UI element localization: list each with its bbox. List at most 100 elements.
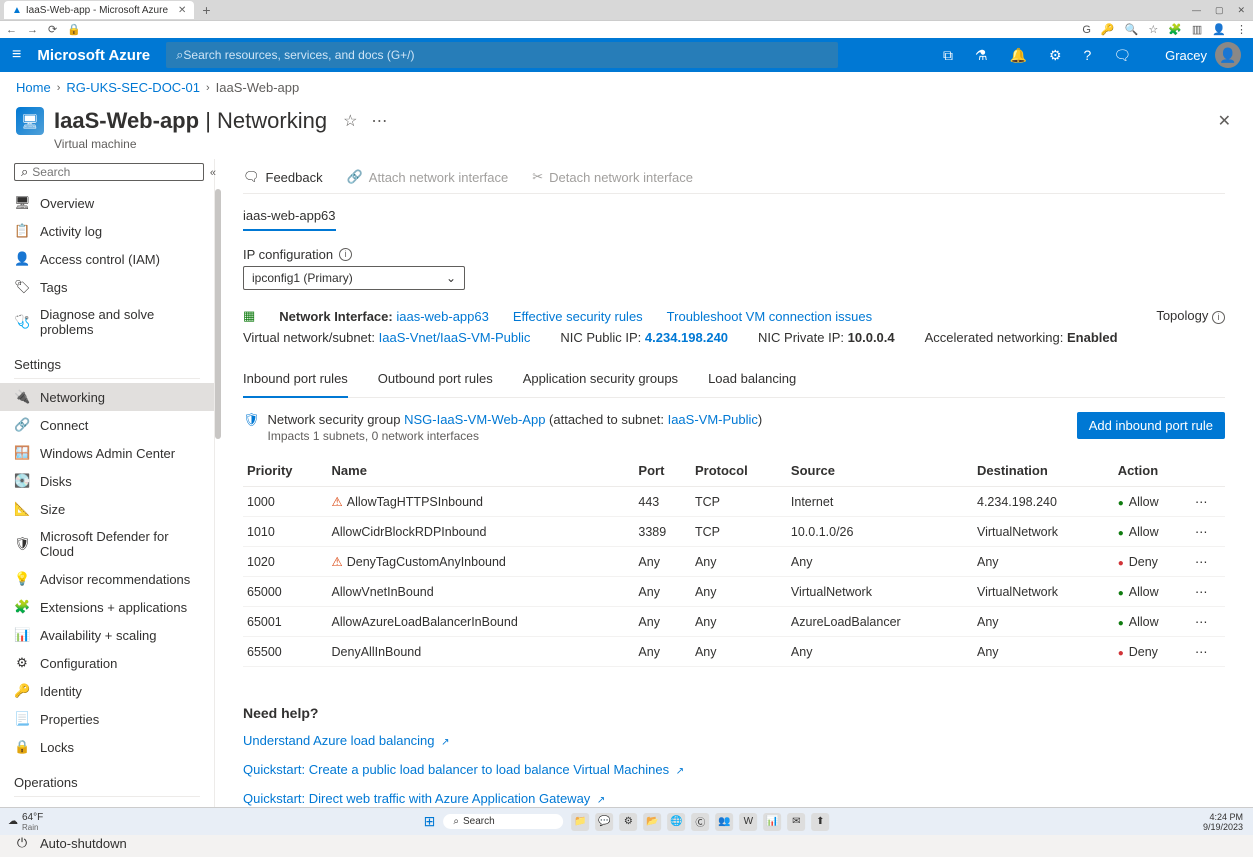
- sidebar-item[interactable]: 🧩Extensions + applications: [0, 593, 214, 621]
- scrollbar[interactable]: [215, 189, 221, 439]
- subnet-link[interactable]: IaaS-VM-Public: [668, 412, 758, 427]
- table-row[interactable]: 1000⚠AllowTagHTTPSInbound443TCPInternet4…: [243, 487, 1225, 517]
- profile-icon[interactable]: 👤: [1212, 23, 1226, 36]
- col-destination[interactable]: Destination: [973, 455, 1114, 487]
- sidebar-item[interactable]: 🩺Diagnose and solve problems: [0, 301, 214, 343]
- attach-nic-button[interactable]: 🔗Attach network interface: [347, 169, 509, 185]
- star-icon[interactable]: ☆: [1148, 23, 1158, 36]
- row-menu[interactable]: ⋯: [1191, 487, 1225, 517]
- app-icon[interactable]: 📁: [571, 813, 589, 831]
- more-icon[interactable]: ⋯: [371, 111, 388, 131]
- row-menu[interactable]: ⋯: [1191, 607, 1225, 637]
- sidebar-item[interactable]: 📃Properties: [0, 705, 214, 733]
- global-search[interactable]: ⌕: [166, 42, 838, 68]
- ni-link[interactable]: iaas-web-app63: [396, 309, 489, 324]
- table-row[interactable]: 1010AllowCidrBlockRDPInbound3389TCP10.0.…: [243, 517, 1225, 547]
- col-protocol[interactable]: Protocol: [691, 455, 787, 487]
- add-inbound-rule-button[interactable]: Add inbound port rule: [1077, 412, 1225, 439]
- tab-loadbalancing[interactable]: Load balancing: [708, 371, 796, 397]
- browser-tab[interactable]: ▲ IaaS-Web-app - Microsoft Azure ✕: [4, 1, 194, 19]
- col-port[interactable]: Port: [634, 455, 691, 487]
- app-icon[interactable]: 🌐: [667, 813, 685, 831]
- taskbar-search[interactable]: ⌕ Search: [443, 814, 563, 829]
- sidebar-item[interactable]: 💽Disks: [0, 467, 214, 495]
- app-icon[interactable]: ✉: [787, 813, 805, 831]
- sidebar-item[interactable]: 🖥Overview: [0, 189, 214, 217]
- tab-asg[interactable]: Application security groups: [523, 371, 678, 397]
- table-row[interactable]: 65000AllowVnetInBoundAnyAnyVirtualNetwor…: [243, 577, 1225, 607]
- back-button[interactable]: ←: [6, 24, 17, 36]
- start-button[interactable]: ⊞: [424, 813, 436, 830]
- col-source[interactable]: Source: [787, 455, 973, 487]
- sidebar-item[interactable]: 🔌Networking: [0, 383, 214, 411]
- cloud-shell-icon[interactable]: ⧉: [943, 47, 953, 64]
- tab-inbound[interactable]: Inbound port rules: [243, 371, 348, 398]
- help-link[interactable]: Understand Azure load balancing ↗: [243, 733, 1225, 748]
- sidebar-item[interactable]: 📋Activity log: [0, 217, 214, 245]
- close-window-button[interactable]: ✕: [1237, 5, 1245, 16]
- minimize-button[interactable]: —: [1192, 5, 1201, 16]
- menu-icon[interactable]: ⋮: [1236, 23, 1247, 36]
- forward-button[interactable]: →: [27, 24, 38, 36]
- notifications-icon[interactable]: 🔔: [1010, 47, 1027, 64]
- breadcrumb-home[interactable]: Home: [16, 80, 51, 95]
- weather-widget[interactable]: ☁ 64°F Rain: [0, 812, 51, 832]
- filter-icon[interactable]: ⚗: [975, 47, 988, 64]
- app-icon[interactable]: W: [739, 813, 757, 831]
- panel-icon[interactable]: ▥: [1192, 23, 1202, 36]
- help-link[interactable]: Quickstart: Create a public load balance…: [243, 762, 1225, 777]
- sidebar-item[interactable]: ⚙Configuration: [0, 649, 214, 677]
- effective-rules-link[interactable]: Effective security rules: [513, 309, 643, 324]
- help-link[interactable]: Quickstart: Direct web traffic with Azur…: [243, 791, 1225, 806]
- sidebar-item[interactable]: 📊Availability + scaling: [0, 621, 214, 649]
- feedback-button[interactable]: 🗨Feedback: [243, 169, 323, 185]
- pubip-value[interactable]: 4.234.198.240: [645, 330, 728, 345]
- nsg-link[interactable]: NSG-IaaS-VM-Web-App: [404, 412, 545, 427]
- tab-close-icon[interactable]: ✕: [178, 5, 186, 16]
- row-menu[interactable]: ⋯: [1191, 637, 1225, 667]
- col-priority[interactable]: Priority: [243, 455, 328, 487]
- new-tab-button[interactable]: +: [202, 2, 210, 18]
- sidebar-item[interactable]: 💡Advisor recommendations: [0, 565, 214, 593]
- app-icon[interactable]: 👥: [715, 813, 733, 831]
- tab-outbound[interactable]: Outbound port rules: [378, 371, 493, 397]
- col-name[interactable]: Name: [328, 455, 635, 487]
- row-menu[interactable]: ⋯: [1191, 577, 1225, 607]
- help-icon[interactable]: ?: [1084, 47, 1092, 63]
- app-icon[interactable]: Ⓒ: [691, 813, 709, 831]
- sidebar-item[interactable]: 🛡Microsoft Defender for Cloud: [0, 523, 214, 565]
- app-icon[interactable]: ⬆: [811, 813, 829, 831]
- sidebar-item[interactable]: 🏷Tags: [0, 273, 214, 301]
- search-input[interactable]: [183, 48, 828, 62]
- sidebar-item[interactable]: 🔒Locks: [0, 733, 214, 761]
- nic-tab[interactable]: iaas-web-app63: [243, 208, 336, 231]
- troubleshoot-link[interactable]: Troubleshoot VM connection issues: [667, 309, 872, 324]
- clock[interactable]: 4:24 PM 9/19/2023: [1193, 812, 1253, 832]
- sidebar-item[interactable]: 📐Size: [0, 495, 214, 523]
- maximize-button[interactable]: ▢: [1215, 5, 1224, 16]
- app-icon[interactable]: 💬: [595, 813, 613, 831]
- settings-icon[interactable]: ⚙: [1049, 47, 1062, 64]
- table-row[interactable]: 65500DenyAllInBoundAnyAnyAnyAnyDeny⋯: [243, 637, 1225, 667]
- app-icon[interactable]: 📂: [643, 813, 661, 831]
- google-icon[interactable]: G: [1082, 24, 1091, 36]
- brand[interactable]: Microsoft Azure: [37, 47, 150, 64]
- sidebar-search-input[interactable]: [32, 165, 197, 179]
- key-icon[interactable]: 🔑: [1101, 23, 1115, 36]
- table-row[interactable]: 65001AllowAzureLoadBalancerInBoundAnyAny…: [243, 607, 1225, 637]
- sidebar-item[interactable]: 🪟Windows Admin Center: [0, 439, 214, 467]
- breadcrumb-rg[interactable]: RG-UKS-SEC-DOC-01: [66, 80, 200, 95]
- ip-config-select[interactable]: ipconfig1 (Primary) ⌄: [243, 266, 465, 290]
- app-icon[interactable]: ⚙: [619, 813, 637, 831]
- hamburger-icon[interactable]: ≡: [12, 46, 21, 64]
- col-action[interactable]: Action: [1114, 455, 1191, 487]
- close-blade-icon[interactable]: ✕: [1218, 111, 1237, 131]
- feedback-icon[interactable]: 🗨: [1113, 47, 1131, 64]
- collapse-sidebar-icon[interactable]: «: [210, 167, 216, 179]
- detach-nic-button[interactable]: ✂Detach network interface: [532, 169, 693, 185]
- extensions-icon[interactable]: 🧩: [1168, 23, 1182, 36]
- pin-icon[interactable]: ☆: [343, 111, 357, 131]
- info-icon[interactable]: i: [1212, 311, 1225, 324]
- vnet-link[interactable]: IaaS-Vnet/IaaS-VM-Public: [379, 330, 531, 345]
- app-icon[interactable]: 📊: [763, 813, 781, 831]
